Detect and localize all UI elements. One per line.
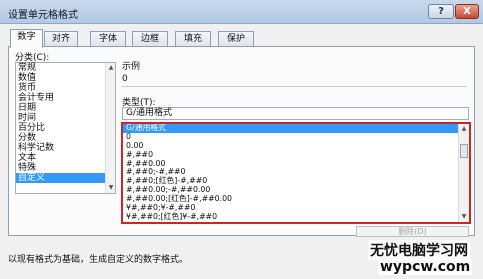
scroll-down-icon[interactable]: ▼ xyxy=(460,213,468,221)
number-panel: 分类(C): 常规 数值 货币 会计专用 日期 时间 百分比 分数 科学记数 文本 特殊 自定义 ▲ … xyxy=(8,46,475,237)
tab-font[interactable]: 字体 xyxy=(90,31,126,47)
scroll-up-icon[interactable]: ▲ xyxy=(460,125,468,133)
format-scrollbar[interactable]: ▲ ▼ xyxy=(458,124,469,222)
sample-value: 0 xyxy=(122,74,128,84)
scroll-down-icon[interactable]: ▼ xyxy=(107,184,115,192)
format-list[interactable]: G/通用格式 0 0.00 #,##0 #,##0.00 #,##0;-#,##0 #,##… xyxy=(121,122,471,224)
tab-border[interactable]: 边框 xyxy=(132,31,168,47)
close-button[interactable]: X xyxy=(455,4,479,19)
sample-divider xyxy=(122,86,467,87)
sample-label: 示例 xyxy=(122,62,141,72)
category-item[interactable]: 科学记数 xyxy=(16,143,115,153)
dialog-title: 设置单元格格式 xyxy=(8,10,78,21)
format-item[interactable]: G/通用格式 xyxy=(123,124,469,133)
category-list[interactable]: 常规 数值 货币 会计专用 日期 时间 百分比 分数 科学记数 文本 特殊 自定义 ▲ ▼ xyxy=(15,62,116,194)
format-item[interactable]: #,##0 xyxy=(123,150,469,160)
tab-number[interactable]: 数字 xyxy=(10,29,43,48)
scroll-thumb[interactable] xyxy=(460,144,468,158)
watermark-site-url: wypcw.com xyxy=(378,259,473,275)
category-item[interactable]: 数值 xyxy=(16,73,115,83)
category-scrollbar[interactable]: ▲ ▼ xyxy=(105,63,115,193)
watermark-site-name: 无忧电脑学习网 xyxy=(368,240,470,260)
format-item[interactable]: 0.00 xyxy=(123,141,469,151)
category-item[interactable]: 时间 xyxy=(16,113,115,123)
category-item[interactable]: 百分比 xyxy=(16,123,115,133)
category-item[interactable]: 分数 xyxy=(16,133,115,143)
category-item[interactable]: 自定义 xyxy=(16,173,115,183)
format-item[interactable]: ¥#,##0;[红色]¥-#,##0 xyxy=(123,212,469,222)
category-item[interactable]: 常规 xyxy=(16,63,115,73)
tab-fill[interactable]: 填充 xyxy=(175,31,211,47)
tab-alignment[interactable]: 对齐 xyxy=(44,31,78,47)
category-item[interactable]: 日期 xyxy=(16,103,115,113)
tab-protection[interactable]: 保护 xyxy=(218,31,254,47)
category-item[interactable]: 会计专用 xyxy=(16,93,115,103)
help-button[interactable]: ? xyxy=(428,4,454,19)
delete-button[interactable]: 删除(D) xyxy=(356,226,469,237)
category-item[interactable]: 特殊 xyxy=(16,163,115,173)
format-item[interactable]: 0 xyxy=(123,132,469,142)
type-input[interactable]: G/通用格式 xyxy=(122,107,469,120)
scroll-up-icon[interactable]: ▲ xyxy=(107,64,115,72)
dialog-titlebar: 设置单元格格式 ? X xyxy=(0,0,483,24)
category-item[interactable]: 文本 xyxy=(16,153,115,163)
description-text: 以现有格式为基础，生成自定义的数字格式。 xyxy=(8,255,189,265)
category-item[interactable]: 货币 xyxy=(16,83,115,93)
